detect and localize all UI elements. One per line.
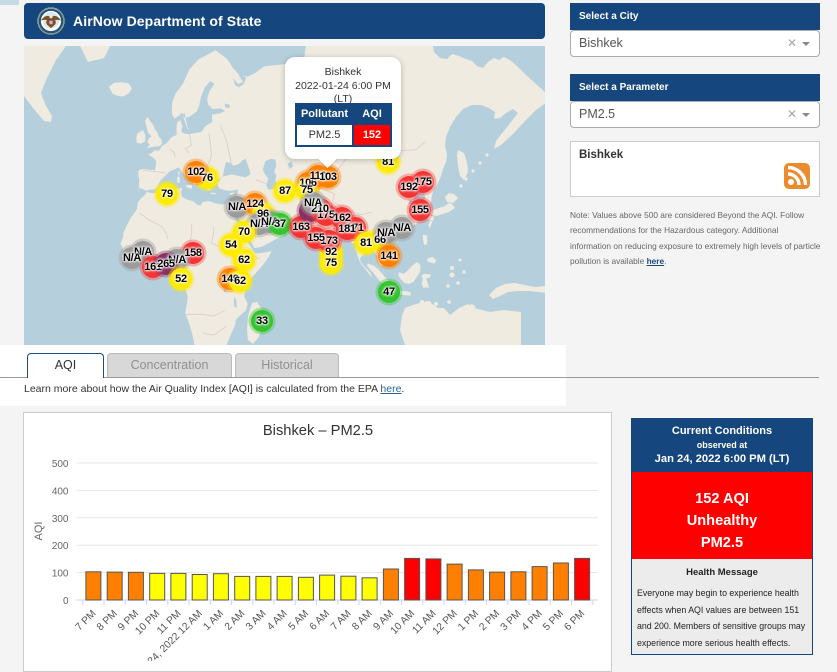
svg-text:100: 100 xyxy=(52,569,69,580)
svg-text:7 PM: 7 PM xyxy=(74,608,99,633)
svg-text:5 PM: 5 PM xyxy=(541,608,566,633)
svg-text:4 AM: 4 AM xyxy=(265,608,289,632)
svg-text:8 AM: 8 AM xyxy=(350,608,374,632)
svg-text:10 AM: 10 AM xyxy=(389,608,417,636)
svg-text:1 PM: 1 PM xyxy=(456,608,481,633)
svg-text:6 PM: 6 PM xyxy=(562,608,587,633)
svg-text:2 AM: 2 AM xyxy=(223,608,247,632)
svg-text:Bishkek – PM2.5: Bishkek – PM2.5 xyxy=(263,423,373,439)
svg-text:2 PM: 2 PM xyxy=(477,608,502,633)
svg-text:0: 0 xyxy=(63,596,69,607)
svg-text:1 AM: 1 AM xyxy=(202,608,226,632)
svg-text:6 AM: 6 AM xyxy=(308,608,332,632)
svg-text:AQI: AQI xyxy=(33,522,45,541)
svg-text:3 AM: 3 AM xyxy=(244,608,268,632)
svg-text:5 AM: 5 AM xyxy=(287,608,311,632)
svg-text:3 PM: 3 PM xyxy=(499,608,524,633)
svg-text:8 PM: 8 PM xyxy=(95,608,120,633)
svg-text:300: 300 xyxy=(52,514,69,525)
svg-text:400: 400 xyxy=(52,486,69,497)
svg-text:4 PM: 4 PM xyxy=(520,608,545,633)
svg-text:500: 500 xyxy=(52,459,69,470)
svg-text:200: 200 xyxy=(52,541,69,552)
svg-text:7 AM: 7 AM xyxy=(329,608,353,632)
svg-text:12 PM: 12 PM xyxy=(431,608,460,637)
